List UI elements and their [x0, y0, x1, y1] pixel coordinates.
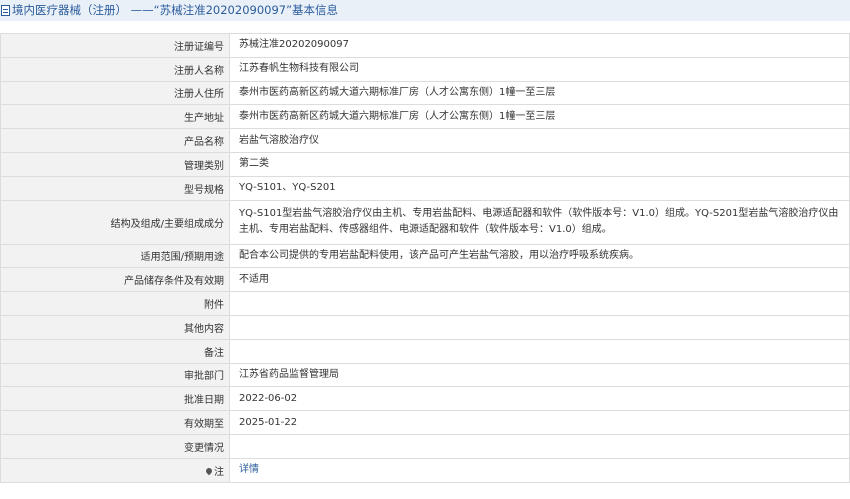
row-value: 配合本公司提供的专用岩盐配料使用，该产品可产生岩盐气溶胶，用以治疗呼吸系统疾病。: [229, 243, 850, 269]
row-label: 附件: [0, 291, 230, 316]
row-label: 变更情况: [0, 433, 230, 459]
table-row: 型号规格 YQ-S101、YQ-S201: [0, 175, 850, 201]
row-label: 产品储存条件及有效期: [0, 267, 230, 293]
row-label: 管理类别: [0, 151, 230, 177]
row-value: [229, 314, 850, 340]
table-row: 批准日期 2022-06-02: [0, 386, 850, 412]
table-row: 适用范围/预期用途 配合本公司提供的专用岩盐配料使用，该产品可产生岩盐气溶胶，用…: [0, 243, 850, 269]
row-label: 型号规格: [0, 175, 230, 201]
note-label-cell: 注: [0, 457, 230, 483]
row-label: 注册证编号: [0, 33, 230, 58]
row-label: 注册人住所: [0, 80, 230, 106]
table-row: 结构及组成/主要组成成分 YQ-S101型岩盐气溶胶治疗仪由主机、专用岩盐配料、…: [0, 199, 850, 245]
table-row: 注册人名称 江苏春帆生物科技有限公司: [0, 56, 850, 82]
row-value: [229, 338, 850, 364]
row-value: 不适用: [229, 267, 850, 293]
page-title-bar: 境内医疗器械（注册） ——“苏械注准20202090097”基本信息: [0, 0, 850, 21]
row-value: [229, 291, 850, 316]
row-label: 结构及组成/主要组成成分: [0, 199, 230, 245]
row-value: 泰州市医药高新区药城大道六期标准厂房（人才公寓东侧）1幢一至三层: [229, 104, 850, 130]
table-row: 管理类别 第二类: [0, 151, 850, 177]
table-row: 变更情况: [0, 433, 850, 459]
table-row: 产品储存条件及有效期 不适用: [0, 267, 850, 293]
table-row: 生产地址 泰州市医药高新区药城大道六期标准厂房（人才公寓东侧）1幢一至三层: [0, 104, 850, 130]
pin-icon: [204, 466, 214, 475]
table-row: 注册人住所 泰州市医药高新区药城大道六期标准厂房（人才公寓东侧）1幢一至三层: [0, 80, 850, 106]
note-value-cell: 详情: [229, 457, 850, 483]
row-value: 第二类: [229, 151, 850, 177]
document-icon: [1, 5, 10, 16]
row-value: 2022-06-02: [229, 386, 850, 412]
row-label: 备注: [0, 338, 230, 364]
table-row: 其他内容: [0, 314, 850, 340]
page-title: 境内医疗器械（注册） ——“苏械注准20202090097”基本信息: [12, 3, 339, 17]
row-value: 江苏春帆生物科技有限公司: [229, 56, 850, 82]
row-value: 苏械注准20202090097: [229, 33, 850, 58]
row-value: YQ-S101、YQ-S201: [229, 175, 850, 201]
table-row: 审批部门 江苏省药品监督管理局: [0, 362, 850, 388]
row-label: 批准日期: [0, 386, 230, 412]
note-label: 注: [214, 466, 224, 478]
row-label: 有效期至: [0, 410, 230, 435]
row-value: [229, 433, 850, 459]
table-row: 产品名称 岩盐气溶胶治疗仪: [0, 128, 850, 153]
row-label: 审批部门: [0, 362, 230, 388]
table-row: 附件: [0, 291, 850, 316]
info-table: 注册证编号 苏械注准20202090097 注册人名称 江苏春帆生物科技有限公司…: [0, 33, 850, 483]
table-row: 注册证编号 苏械注准20202090097: [0, 33, 850, 58]
table-row: 有效期至 2025-01-22: [0, 410, 850, 435]
row-value: YQ-S101型岩盐气溶胶治疗仪由主机、专用岩盐配料、电源适配器和软件（软件版本…: [229, 199, 850, 245]
details-link[interactable]: 详情: [239, 464, 259, 475]
row-value: 岩盐气溶胶治疗仪: [229, 128, 850, 153]
row-label: 注册人名称: [0, 56, 230, 82]
note-row: 注 详情: [0, 457, 850, 483]
row-value: 2025-01-22: [229, 410, 850, 435]
table-row: 备注: [0, 338, 850, 364]
row-label: 产品名称: [0, 128, 230, 153]
row-label: 其他内容: [0, 314, 230, 340]
row-value: 江苏省药品监督管理局: [229, 362, 850, 388]
row-label: 生产地址: [0, 104, 230, 130]
row-value: 泰州市医药高新区药城大道六期标准厂房（人才公寓东侧）1幢一至三层: [229, 80, 850, 106]
row-label: 适用范围/预期用途: [0, 243, 230, 269]
